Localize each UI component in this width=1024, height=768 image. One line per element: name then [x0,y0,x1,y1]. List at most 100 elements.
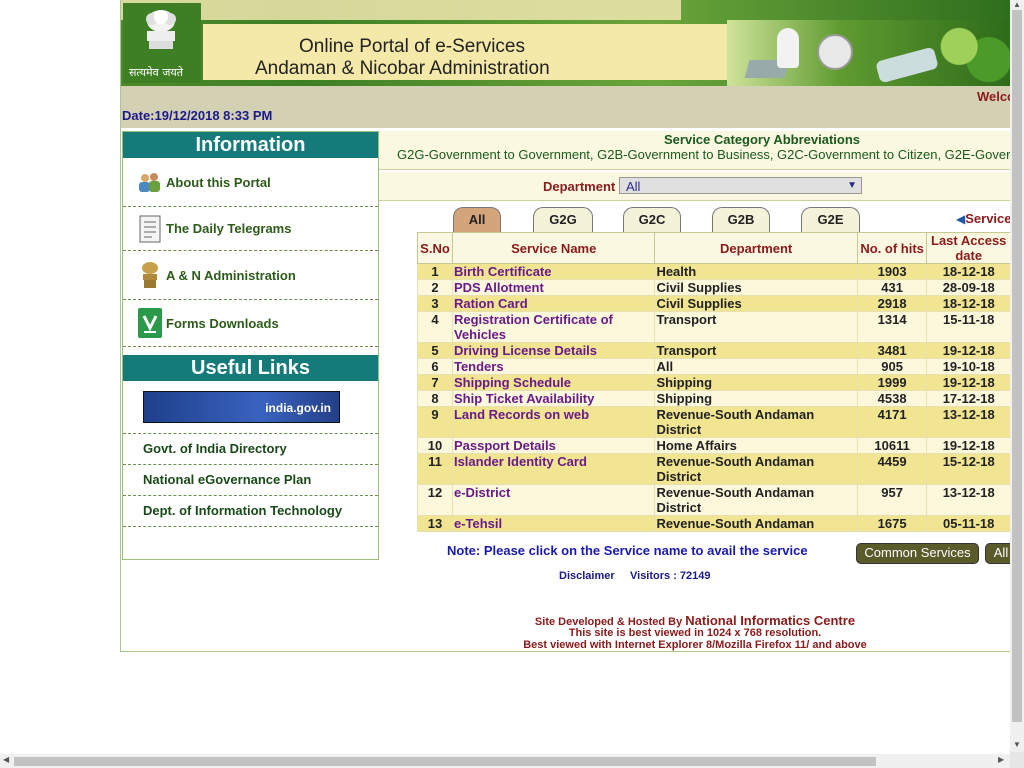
table-row: 4 Registration Certificate of Vehicles Tra… [417,311,1011,343]
info-bar: Welco Date:19/12/2018 8:33 PM [121,86,1011,128]
row-last-access-date: 18-12-18 [926,263,1011,280]
row-last-access-date: 19-10-18 [926,358,1011,375]
service-name-link[interactable]: Passport Details [451,437,656,454]
sidebar-item-daily-telegrams[interactable]: The Daily Telegrams [123,207,378,251]
horizontal-scrollbar[interactable]: ◀ ▶ [0,754,1010,768]
scroll-left-icon[interactable]: ◀ [3,755,9,764]
row-hits: 957 [856,484,928,516]
vertical-scrollbar[interactable]: ▲ ▼ [1010,0,1024,752]
row-hits: 1999 [856,374,928,391]
visitor-counter: Visitors : 72149 [630,570,711,582]
link-dept-information-technology[interactable]: Dept. of Information Technology [123,496,378,527]
table-row: 8 Ship Ticket Availability Shipping 4538 17-… [417,390,1011,407]
service-name-link[interactable]: Shipping Schedule [451,374,656,391]
scroll-right-icon[interactable]: ▶ [998,755,1004,764]
row-sno: 7 [417,374,453,391]
row-department: Revenue-South Andaman [654,515,858,532]
row-sno: 11 [417,453,453,485]
emblem-motto: सत्यमेव जयते [129,66,184,79]
row-last-access-date: 15-12-18 [926,453,1011,485]
service-name-link[interactable]: Birth Certificate [451,263,656,280]
sidebar-item-label: A & N Administration [166,267,296,283]
service-note: Note: Please click on the Service name t… [447,543,808,558]
tab-g2g[interactable]: G2G [533,207,593,232]
service-name-link[interactable]: Land Records on web [451,406,656,438]
india-gov-banner-link[interactable]: india.gov.in [143,391,340,423]
scroll-up-icon[interactable]: ▲ [1013,0,1021,9]
leaves-illustration [937,20,1011,86]
person-illustration [777,28,799,68]
link-govt-india-directory[interactable]: Govt. of India Directory [123,434,378,465]
tab-g2c[interactable]: G2C [623,207,681,232]
sidebar-item-about-portal[interactable]: About this Portal [123,158,378,207]
portal-page: सत्यमेव जयते Online Portal of e-Services… [120,0,1011,652]
service-name-link[interactable]: e-Tehsil [451,515,656,532]
left-sidebar: Information About this Portal The Daily … [122,131,379,560]
tab-all[interactable]: All [453,207,501,232]
tab-g2e[interactable]: G2E [801,207,860,232]
title-box: Online Portal of e-Services Andaman & Ni… [203,24,727,80]
row-department: Transport [654,311,858,343]
row-hits: 3481 [856,342,928,359]
row-sno: 4 [417,311,453,343]
table-row: 3 Ration Card Civil Supplies 2918 18-12-18 [417,295,1011,312]
document-icon [138,215,162,242]
all-services-button[interactable]: All [985,543,1011,564]
service-name-link[interactable]: Registration Certificate of Vehicles [451,311,656,343]
column-header-service-name: Service Name [451,232,656,264]
download-icon [138,308,162,338]
row-department: Health [654,263,858,280]
service-name-link[interactable]: e-District [451,484,656,516]
row-hits: 905 [856,358,928,375]
row-sno: 9 [417,406,453,438]
abbreviations-title: Service Category Abbreviations [664,132,861,147]
information-heading: Information [123,132,378,158]
row-sno: 3 [417,295,453,312]
department-select[interactable]: All ▼ [619,177,862,194]
service-name-link[interactable]: Islander Identity Card [451,453,656,485]
disclaimer-link[interactable]: Disclaimer [559,570,615,582]
row-hits: 431 [856,279,928,296]
department-selected-value: All [626,179,641,194]
row-last-access-date: 19-12-18 [926,437,1011,454]
column-header-hits: No. of hits [856,232,928,264]
welcome-marquee: Welco [976,89,1011,104]
india-gov-banner-row: india.gov.in [123,381,378,434]
table-row: 5 Driving License Details Transport 3481 19-… [417,342,1011,359]
service-name-link[interactable]: Tenders [451,358,656,375]
service-link[interactable]: ◀Service [956,211,1011,226]
table-row: 11 Islander Identity Card Revenue-South An… [417,453,1011,485]
common-services-button[interactable]: Common Services [856,543,979,564]
service-name-link[interactable]: Ship Ticket Availability [451,390,656,407]
row-hits: 4171 [856,406,928,438]
useful-links-heading: Useful Links [123,355,378,381]
link-national-egovernance-plan[interactable]: National eGovernance Plan [123,465,378,496]
service-name-link[interactable]: Ration Card [451,295,656,312]
services-table-body: 1 Birth Certificate Health 1903 18-12-18 2 PDS… [417,263,1011,532]
row-last-access-date: 28-09-18 [926,279,1011,296]
tab-g2b[interactable]: G2B [712,207,770,232]
vertical-scroll-thumb[interactable] [1012,10,1022,722]
sidebar-item-an-administration[interactable]: A & N Administration [123,251,378,300]
row-department: All [654,358,858,375]
row-last-access-date: 13-12-18 [926,484,1011,516]
row-sno: 5 [417,342,453,359]
row-sno: 2 [417,279,453,296]
table-row: 9 Land Records on web Revenue-South Andama… [417,406,1011,438]
row-last-access-date: 19-12-18 [926,342,1011,359]
banner-top-strip [121,0,681,20]
row-sno: 8 [417,390,453,407]
service-name-link[interactable]: PDS Allotment [451,279,656,296]
table-row: 12 e-District Revenue-South Andaman Distri… [417,484,1011,516]
footer-nic-link[interactable]: National Informatics Centre [685,613,855,628]
sidebar-item-forms-downloads[interactable]: Forms Downloads [123,300,378,347]
table-row: 10 Passport Details Home Affairs 10611 19-12… [417,437,1011,454]
row-department: Revenue-South Andaman District [654,484,858,516]
scroll-down-icon[interactable]: ▼ [1013,740,1021,749]
scrollbar-corner [1010,752,1024,768]
row-last-access-date: 18-12-18 [926,295,1011,312]
table-row: 6 Tenders All 905 19-10-18 [417,358,1011,375]
horizontal-scroll-thumb[interactable] [14,757,876,766]
service-name-link[interactable]: Driving License Details [451,342,656,359]
row-hits: 2918 [856,295,928,312]
